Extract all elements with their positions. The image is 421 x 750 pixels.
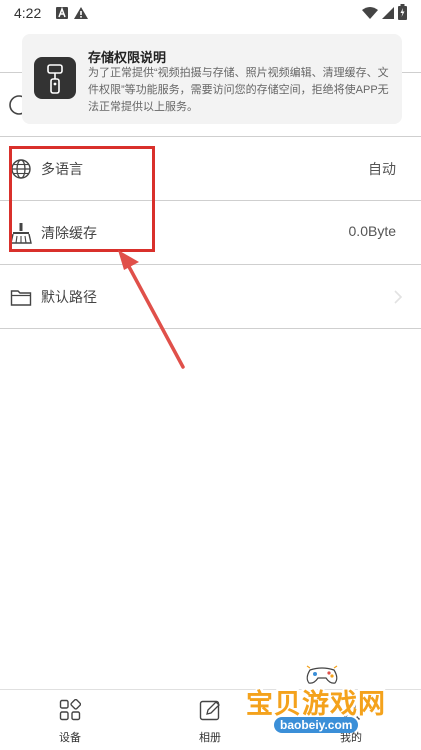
signal-icon [382,7,394,19]
edit-icon [199,700,220,721]
gimbal-icon [47,64,63,94]
nav-tab-devices-label: 设备 [59,732,81,744]
setting-language-value: 自动 [368,161,396,177]
wifi-icon [362,7,378,19]
nav-tab-album-label: 相册 [199,732,221,744]
warning-icon [74,7,88,19]
nav-tab-devices[interactable]: 设备 [30,690,110,750]
watermark: 宝贝游戏网 baobeiy.com [246,664,396,746]
status-time: 4:22 [14,5,42,21]
chevron-right-icon [394,290,403,304]
setting-clear-cache-value: 0.0Byte [348,223,396,239]
storage-permission-dialog: 存储权限说明 为了正常提供“视频拍摄与存储、照片视频编辑、清理缓存、文件权限”等… [22,34,402,124]
status-bar: 4:22 [0,0,421,26]
permission-description: 为了正常提供“视频拍摄与存储、照片视频编辑、清理缓存、文件权限”等功能服务，需要… [88,67,389,113]
setting-default-path-row[interactable]: 默认路径 [0,265,421,329]
devices-grid-icon [59,699,81,721]
permission-title: 存储权限说明 [88,50,167,65]
watermark-url: baobeiy.com [274,717,359,733]
nav-tab-album[interactable]: 相册 [170,690,250,750]
folder-icon [10,290,32,306]
app-icon [34,57,76,99]
watermark-text: 宝贝游戏网 [246,689,386,719]
annotation-highlight-box [9,146,155,252]
battery-icon [398,4,407,20]
notification-a-icon [56,7,68,19]
setting-default-path-label: 默认路径 [41,289,97,305]
